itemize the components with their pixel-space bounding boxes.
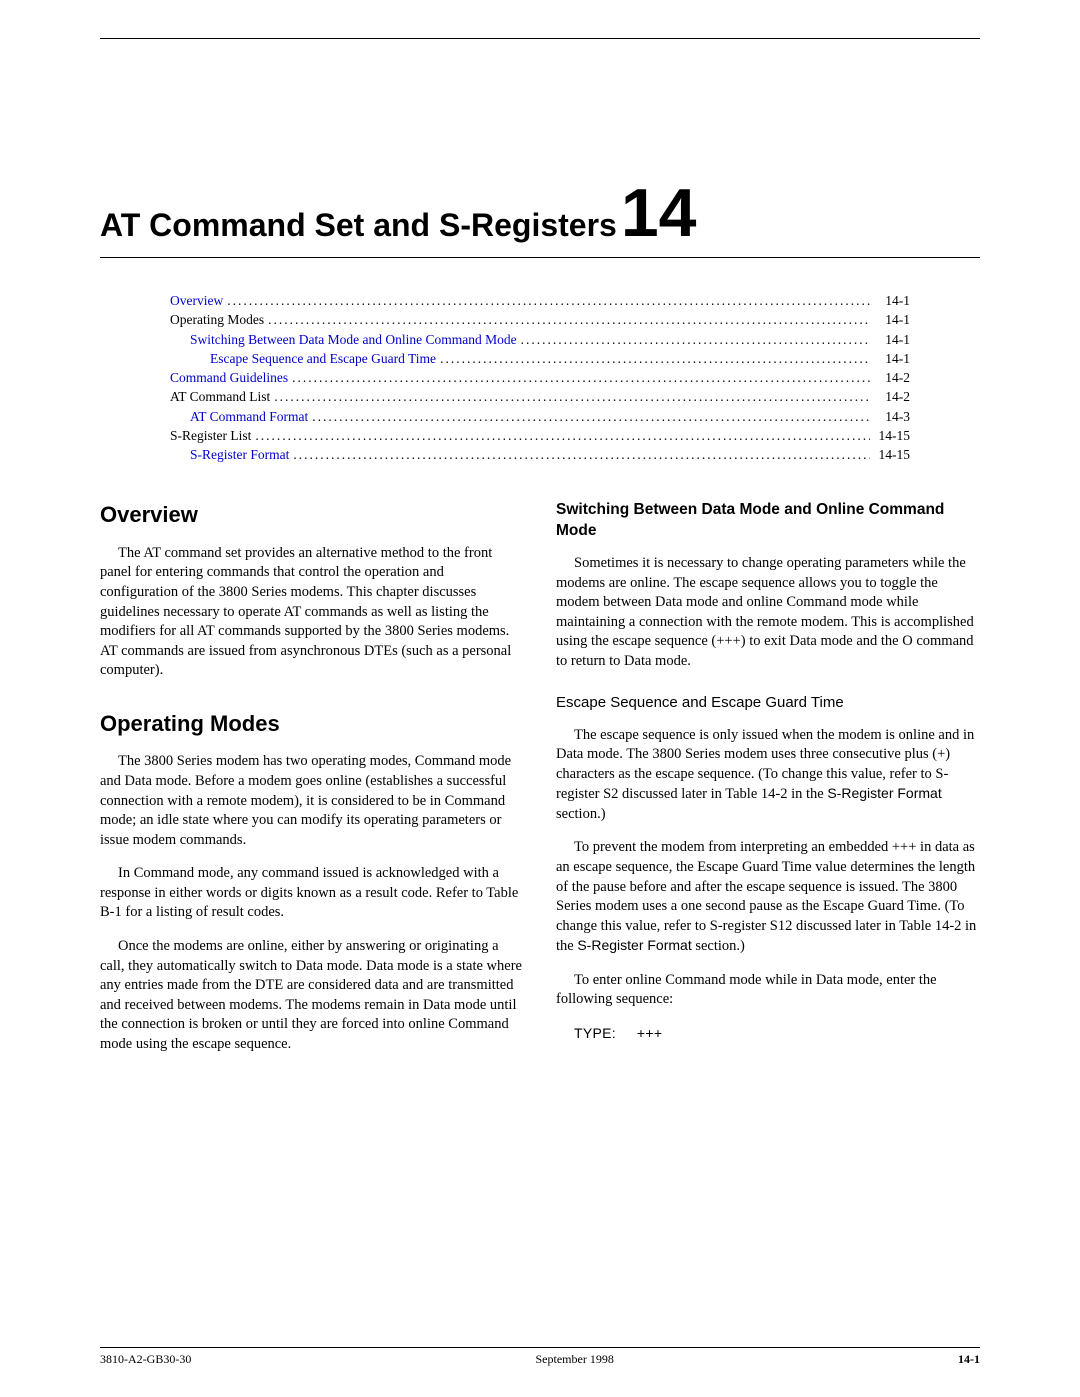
toc-page-5: 14-2 bbox=[870, 388, 910, 406]
left-column: Overview The AT command set provides an … bbox=[100, 500, 524, 1068]
toc-page-3: 14-1 bbox=[870, 350, 910, 368]
toc-row-8: S-Register Format ......................… bbox=[170, 446, 910, 464]
heading-switching: Switching Between Data Mode and Online C… bbox=[556, 500, 980, 542]
toc-link-5: AT Command List bbox=[170, 388, 270, 406]
toc-leader-5: ........................................… bbox=[270, 388, 870, 406]
paragraph-escape-1: The escape sequence is only issued when … bbox=[556, 726, 980, 825]
toc-link-1: Operating Modes bbox=[170, 311, 264, 329]
text-esc1c: section.) bbox=[556, 806, 606, 822]
toc-link-8[interactable]: S-Register Format bbox=[190, 446, 289, 464]
toc-page-2: 14-1 bbox=[870, 331, 910, 349]
toc-leader-2: ........................................… bbox=[517, 331, 870, 349]
toc-page-1: 14-1 bbox=[870, 311, 910, 329]
toc-leader-8: ........................................… bbox=[289, 446, 870, 464]
toc-link-3[interactable]: Escape Sequence and Escape Guard Time bbox=[210, 350, 436, 368]
paragraph-opmodes-1: The 3800 Series modem has two operating … bbox=[100, 752, 524, 850]
type-line: TYPE: +++ bbox=[556, 1024, 980, 1043]
toc-link-4[interactable]: Command Guidelines bbox=[170, 369, 288, 387]
toc-row-6: AT Command Format ......................… bbox=[170, 408, 910, 426]
right-column: Switching Between Data Mode and Online C… bbox=[556, 500, 980, 1068]
paragraph-overview: The AT command set provides an alternati… bbox=[100, 544, 524, 681]
toc-leader-3: ........................................… bbox=[436, 350, 870, 368]
toc-leader-4: ........................................… bbox=[288, 369, 870, 387]
toc-link-0[interactable]: Overview bbox=[170, 292, 223, 310]
toc-page-8: 14-15 bbox=[870, 446, 910, 464]
toc-row-1: Operating Modes ........................… bbox=[170, 311, 910, 329]
paragraph-opmodes-3: Once the modems are online, either by an… bbox=[100, 937, 524, 1054]
toc-page-4: 14-2 bbox=[870, 369, 910, 387]
footer-page-number: 14-1 bbox=[958, 1351, 980, 1367]
chapter-title-block: AT Command Set and S-Registers 14 bbox=[100, 179, 980, 270]
paragraph-switching: Sometimes it is necessary to change oper… bbox=[556, 554, 980, 671]
toc-page-7: 14-15 bbox=[870, 427, 910, 445]
text-sregister-format-2: S-Register Format bbox=[577, 937, 691, 953]
toc-row-4: Command Guidelines .....................… bbox=[170, 369, 910, 387]
chapter-title-text: AT Command Set and S-Registers bbox=[100, 204, 617, 247]
toc-row-7: S-Register List ........................… bbox=[170, 427, 910, 445]
toc-row-2: Switching Between Data Mode and Online C… bbox=[170, 331, 910, 349]
heading-operating-modes: Operating Modes bbox=[100, 709, 524, 739]
toc-page-0: 14-1 bbox=[870, 292, 910, 310]
text-esc2c: section.) bbox=[692, 938, 745, 954]
paragraph-escape-2: To prevent the modem from interpreting a… bbox=[556, 838, 980, 956]
toc-page-6: 14-3 bbox=[870, 408, 910, 426]
paragraph-enter-sequence: To enter online Command mode while in Da… bbox=[556, 971, 980, 1010]
heading-escape: Escape Sequence and Escape Guard Time bbox=[556, 693, 980, 713]
page-footer: 3810-A2-GB30-30 September 1998 14-1 bbox=[100, 1347, 980, 1367]
toc-leader-1: ........................................… bbox=[264, 311, 870, 329]
top-rule bbox=[100, 38, 980, 39]
toc-leader-0: ........................................… bbox=[223, 292, 870, 310]
toc-row-0: Overview ...............................… bbox=[170, 292, 910, 310]
type-label: TYPE: bbox=[574, 1025, 616, 1041]
paragraph-opmodes-2: In Command mode, any command issued is a… bbox=[100, 864, 524, 923]
type-value: +++ bbox=[637, 1025, 662, 1041]
text-sregister-format-1: S-Register Format bbox=[827, 785, 941, 801]
toc-link-7: S-Register List bbox=[170, 427, 251, 445]
footer-rule bbox=[100, 1347, 980, 1348]
toc-link-6[interactable]: AT Command Format bbox=[190, 408, 308, 426]
body-columns: Overview The AT command set provides an … bbox=[100, 500, 980, 1068]
heading-overview: Overview bbox=[100, 500, 524, 530]
chapter-number: 14 bbox=[621, 179, 697, 247]
footer-doc-id: 3810-A2-GB30-30 bbox=[100, 1351, 191, 1367]
toc-row-3: Escape Sequence and Escape Guard Time ..… bbox=[170, 350, 910, 368]
toc-leader-6: ........................................… bbox=[308, 408, 870, 426]
toc-link-2[interactable]: Switching Between Data Mode and Online C… bbox=[190, 331, 517, 349]
toc-leader-7: ........................................… bbox=[251, 427, 870, 445]
chapter-title-rule bbox=[100, 257, 980, 258]
footer-date: September 1998 bbox=[536, 1351, 614, 1367]
table-of-contents: Overview ...............................… bbox=[170, 292, 910, 464]
toc-row-5: AT Command List ........................… bbox=[170, 388, 910, 406]
